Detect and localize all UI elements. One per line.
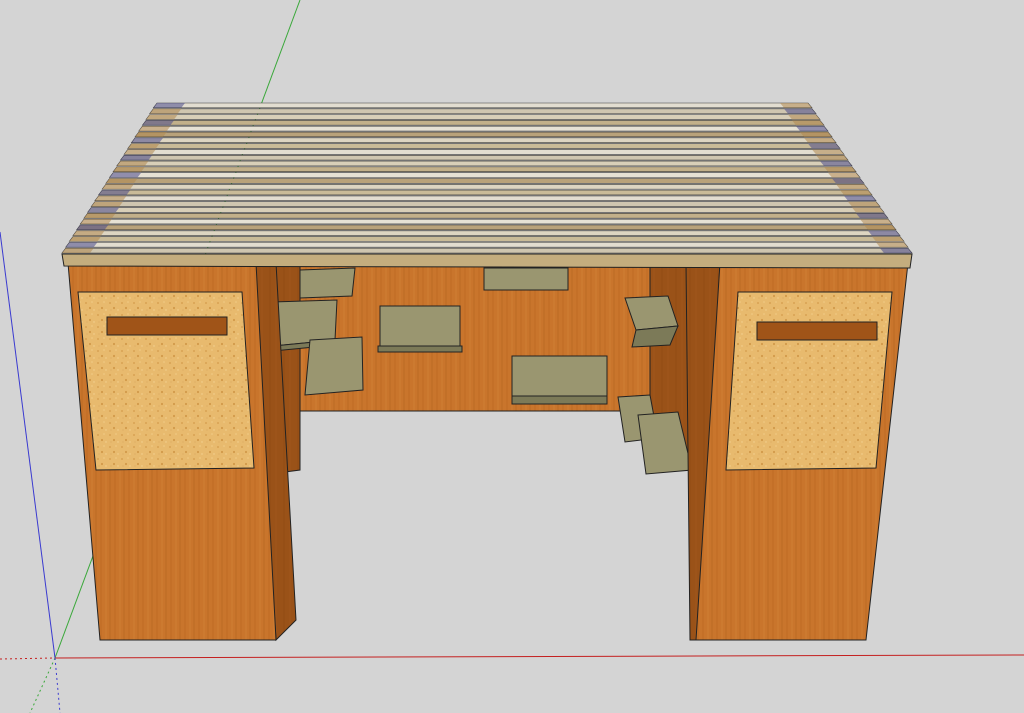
shelf-block xyxy=(511,355,608,405)
slat-end-cap xyxy=(824,166,856,172)
desktop-slat xyxy=(149,108,817,114)
slat-end-cap xyxy=(828,172,860,178)
slat-end-cap xyxy=(864,224,896,230)
slat-end-cap xyxy=(844,195,876,201)
desktop-slat xyxy=(97,189,873,196)
slat-end-cap xyxy=(832,178,864,184)
right-drawer-handle[interactable] xyxy=(756,321,878,341)
desktop-slat xyxy=(79,218,893,225)
slat-end-cap xyxy=(852,207,884,213)
desktop-slat xyxy=(152,102,813,109)
slat-end-cap xyxy=(876,242,908,248)
desktop-slat xyxy=(101,184,869,190)
desktop-slat xyxy=(108,172,861,178)
slat-end-cap xyxy=(860,219,892,224)
slat-end-cap xyxy=(135,132,167,137)
slat-end-cap xyxy=(62,248,94,253)
slat-end-cap xyxy=(808,143,840,149)
slat-end-cap xyxy=(780,103,812,108)
desk-3d-model[interactable] xyxy=(0,0,1024,713)
slat-end-cap xyxy=(102,184,134,190)
slat-end-cap xyxy=(69,236,101,242)
slat-end-cap xyxy=(142,120,175,126)
desktop-slat xyxy=(72,230,901,236)
red-axis-icon xyxy=(54,654,1024,659)
slat-end-cap xyxy=(109,172,142,178)
slat-end-cap xyxy=(76,224,109,230)
desktop-slat xyxy=(116,160,853,167)
desktop-slat xyxy=(138,125,829,132)
slat-end-cap xyxy=(812,149,844,155)
desktop-slat xyxy=(127,143,841,149)
right-pedestal xyxy=(685,262,909,641)
slat-end-cap xyxy=(153,103,185,108)
desktop-slat xyxy=(90,201,881,207)
desktop-slat xyxy=(134,131,833,138)
right-cork-panel xyxy=(725,291,893,471)
slat-end-cap xyxy=(131,137,164,143)
desktop-slat xyxy=(105,178,865,184)
slat-end-cap xyxy=(880,248,912,253)
desktop-slat xyxy=(68,236,905,242)
slat-end-cap xyxy=(804,137,836,143)
desktop-slats xyxy=(61,102,913,254)
slat-end-cap xyxy=(124,149,156,155)
slat-end-cap xyxy=(116,161,149,166)
slat-end-cap xyxy=(872,236,904,242)
slat-end-cap xyxy=(816,155,848,161)
slat-end-cap xyxy=(91,201,123,207)
green-axis-dotted-icon xyxy=(29,657,56,713)
slat-end-cap xyxy=(94,195,127,201)
desktop-slat xyxy=(65,242,909,248)
slat-end-cap xyxy=(848,201,880,207)
slat-end-cap xyxy=(149,108,182,114)
slat-end-cap xyxy=(72,230,105,236)
slat-end-cap xyxy=(784,108,816,114)
slat-end-cap xyxy=(127,143,160,149)
slat-end-cap xyxy=(87,207,120,213)
blue-axis-icon xyxy=(0,231,56,659)
slat-end-cap xyxy=(113,166,145,172)
slat-end-cap xyxy=(868,230,900,236)
desktop-slat xyxy=(61,247,913,254)
desktop-slat xyxy=(130,137,837,143)
desktop-slat xyxy=(83,213,889,219)
slat-end-cap xyxy=(80,219,112,224)
slat-end-cap xyxy=(820,161,852,166)
slat-end-cap xyxy=(796,126,828,132)
desktop-slat xyxy=(86,207,885,213)
desktop-slat xyxy=(123,149,845,155)
shelf-block xyxy=(377,305,463,353)
slat-end-cap xyxy=(105,178,138,184)
shelf-block xyxy=(304,336,364,396)
desktop-slat xyxy=(119,154,849,161)
desktop-slat xyxy=(141,120,825,126)
slat-end-cap xyxy=(836,184,868,190)
slat-end-cap xyxy=(856,213,888,219)
sketchup-viewport[interactable] xyxy=(0,0,1024,713)
slat-end-cap xyxy=(792,120,824,126)
desktop-slat xyxy=(145,114,821,120)
slat-end-cap xyxy=(138,126,171,132)
desktop-slat xyxy=(112,166,857,172)
desktop-slat xyxy=(94,195,877,202)
desktop-slat xyxy=(76,224,897,231)
left-pedestal xyxy=(67,262,297,642)
desktop-front-edge xyxy=(61,253,913,269)
slat-end-cap xyxy=(146,114,178,120)
slat-end-cap xyxy=(120,155,153,161)
shelf-block xyxy=(299,267,356,299)
slat-end-cap xyxy=(788,114,820,120)
shelf-block xyxy=(483,267,569,291)
red-axis-dotted-icon xyxy=(0,657,56,660)
blue-axis-dotted-icon xyxy=(54,657,61,713)
slat-end-cap xyxy=(83,213,116,219)
slat-end-cap xyxy=(800,132,832,137)
slat-end-cap xyxy=(65,242,98,248)
slat-end-cap xyxy=(98,190,131,195)
left-drawer-handle[interactable] xyxy=(106,316,228,336)
slat-end-cap xyxy=(840,190,872,195)
